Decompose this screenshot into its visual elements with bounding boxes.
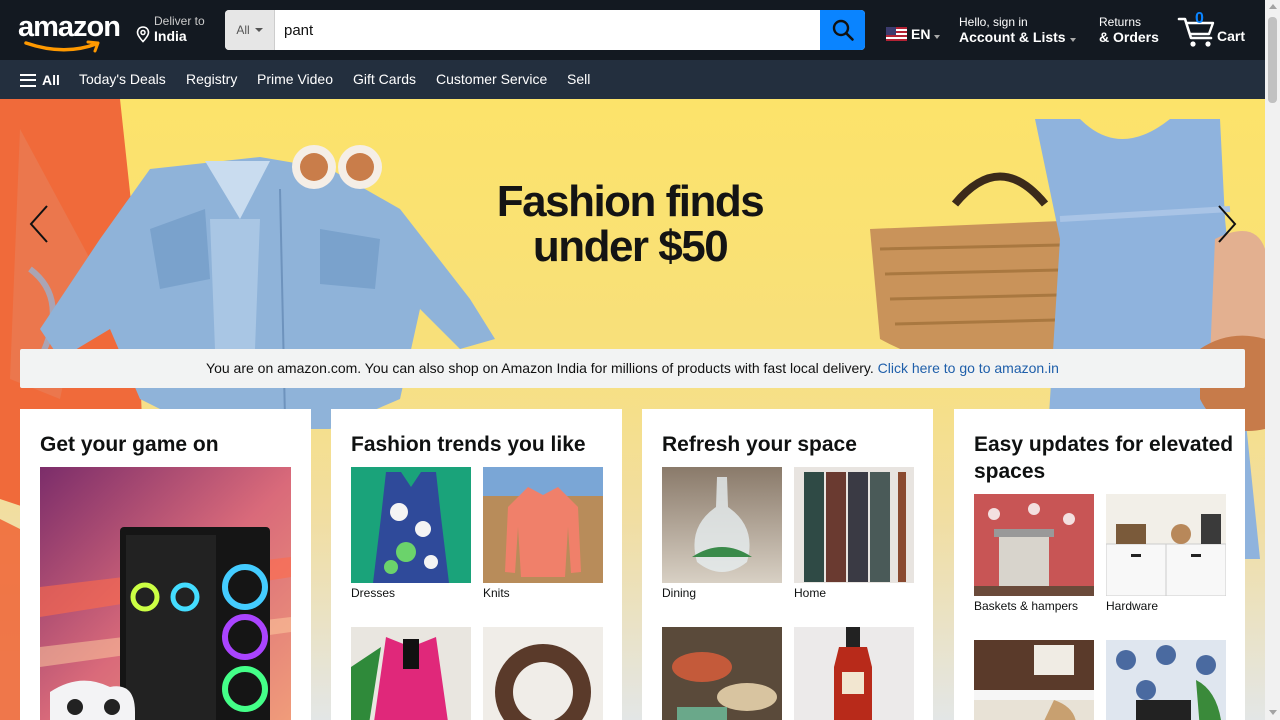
smile-arrow-icon — [24, 40, 100, 53]
hamper-image — [974, 494, 1094, 596]
category-tile-hardware[interactable]: Hardware — [1106, 494, 1226, 613]
nav-link-customer-service[interactable]: Customer Service — [436, 71, 547, 87]
tile-caption: Home — [794, 586, 827, 600]
sign-in-greeting: Hello, sign in — [959, 15, 1028, 29]
all-menu-label: All — [42, 72, 60, 88]
region-notice-banner: You are on amazon.com. You can also shop… — [20, 349, 1245, 388]
returns-label: Returns — [1099, 15, 1142, 29]
us-flag-icon — [886, 27, 907, 41]
amazon-logo[interactable]: amazon — [18, 11, 121, 53]
hero-headline: Fashion finds under $50 — [420, 179, 840, 269]
tile-caption: Dresses — [351, 586, 396, 600]
tile-caption: Hardware — [1106, 599, 1159, 613]
caret-down-icon — [1069, 38, 1076, 42]
nav-link-registry[interactable]: Registry — [186, 71, 237, 87]
home-textiles-image — [794, 467, 914, 583]
cart-count: 0 — [1195, 10, 1204, 27]
category-tile-fashion-3[interactable] — [351, 627, 471, 720]
location-pin-icon — [136, 26, 150, 43]
carousel-next-arrow-icon[interactable] — [1216, 204, 1238, 244]
category-tile-elevated-3[interactable] — [974, 640, 1094, 720]
search-category-label: All — [236, 23, 250, 37]
category-tile-dresses[interactable]: Dresses — [351, 467, 471, 600]
hardware-image — [1106, 494, 1226, 596]
scrollbar-up-arrow-icon[interactable] — [1269, 4, 1277, 9]
product-card-fashion: Fashion trends you like Dresses Knits — [331, 409, 622, 720]
search-icon — [832, 19, 854, 41]
category-tile-elevated-4[interactable] — [1106, 640, 1226, 720]
account-and-lists[interactable]: Hello, sign in Account & Lists — [959, 15, 1076, 45]
caret-down-icon — [934, 35, 941, 39]
account-lists-label: Account & Lists — [959, 29, 1066, 45]
deliver-to-location[interactable]: Deliver to India — [134, 14, 214, 46]
card-title: Easy updates for elevated spaces — [974, 433, 1234, 483]
category-tile-home-3[interactable] — [662, 627, 782, 720]
search-bar: All — [225, 10, 865, 50]
card-title: Get your game on — [40, 433, 219, 456]
knit-top-image — [483, 467, 603, 583]
wallpaper-image — [1106, 640, 1226, 720]
nav-link-todays-deals[interactable]: Today's Deals — [79, 71, 166, 87]
category-tile-dining[interactable]: Dining — [662, 467, 782, 600]
hero-headline-line2: under $50 — [532, 222, 729, 271]
nav-link-gift-cards[interactable]: Gift Cards — [353, 71, 416, 87]
scrollbar-thumb[interactable] — [1268, 17, 1277, 103]
product-card-gaming: Get your game on — [20, 409, 311, 720]
scrollbar-down-arrow-icon[interactable] — [1269, 710, 1277, 715]
gaming-pc-image[interactable] — [40, 467, 291, 720]
tile-caption: Knits — [483, 586, 510, 600]
category-tile-home-4[interactable] — [794, 627, 914, 720]
accessory-image — [483, 627, 603, 720]
language-code: EN — [911, 26, 931, 42]
search-button[interactable] — [820, 10, 865, 50]
nav-link-sell[interactable]: Sell — [567, 71, 590, 87]
returns-and-orders[interactable]: Returns & Orders — [1099, 15, 1159, 45]
cart-label: Cart — [1217, 28, 1246, 44]
tile-caption: Dining — [662, 586, 697, 600]
kitchen-image — [662, 627, 782, 720]
secondary-navigation-bar: All Today's Deals Registry Prime Video G… — [0, 60, 1265, 99]
top-navigation-bar: amazon Deliver to India All EN — [0, 0, 1265, 60]
deliver-label: Deliver to — [154, 14, 205, 28]
blazer-image — [351, 627, 471, 720]
card-title: Fashion trends you like — [351, 433, 586, 456]
hero-headline-line1: Fashion finds — [496, 177, 765, 226]
gaming-pc-illustration — [40, 527, 291, 720]
region-notice-text: You are on amazon.com. You can also shop… — [206, 360, 874, 376]
hamburger-menu-icon — [20, 73, 36, 87]
card-title: Refresh your space — [662, 433, 857, 456]
category-tile-knits[interactable]: Knits — [483, 467, 603, 600]
caret-down-icon — [254, 28, 263, 32]
deliver-country: India — [154, 28, 187, 44]
tile-caption: Baskets & hampers — [974, 599, 1079, 613]
dining-image — [662, 467, 782, 583]
desk-image — [974, 640, 1094, 720]
go-to-amazon-in-link[interactable]: Click here to go to amazon.in — [878, 360, 1059, 376]
orders-label: & Orders — [1099, 29, 1159, 45]
product-card-home: Refresh your space Dining Home — [642, 409, 933, 720]
all-menu-button[interactable]: All — [20, 72, 60, 88]
category-tile-home[interactable]: Home — [794, 467, 914, 600]
bath-product-image — [794, 627, 914, 720]
category-tile-fashion-4[interactable] — [483, 627, 603, 720]
search-input[interactable] — [275, 10, 820, 50]
page-scrollbar[interactable] — [1265, 0, 1280, 720]
category-tile-baskets-hampers[interactable]: Baskets & hampers — [974, 494, 1094, 613]
logo-wordmark: amazon — [18, 11, 121, 43]
carousel-prev-arrow-icon[interactable] — [28, 204, 50, 244]
hero-carousel: Fashion finds under $50 You are on amazo… — [0, 99, 1265, 720]
language-selector[interactable]: EN — [886, 26, 941, 42]
search-category-dropdown[interactable]: All — [225, 10, 275, 50]
product-card-elevated-spaces: Easy updates for elevated spaces Baskets… — [954, 409, 1245, 720]
nav-link-prime-video[interactable]: Prime Video — [257, 71, 333, 87]
dress-image — [351, 467, 471, 583]
cart-button[interactable]: 0 Cart — [1177, 10, 1257, 50]
